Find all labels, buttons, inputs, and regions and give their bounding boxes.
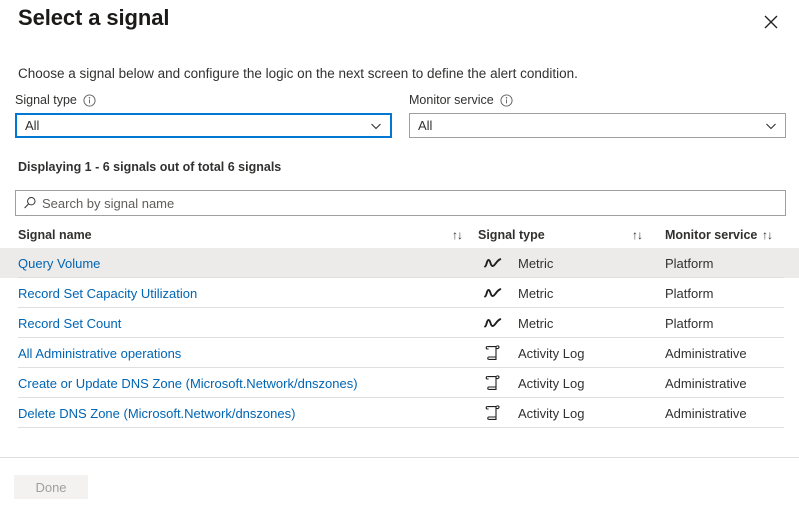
signal-name-link[interactable]: Delete DNS Zone (Microsoft.Network/dnszo… xyxy=(18,406,448,421)
signal-type-value: All xyxy=(17,119,39,132)
info-icon[interactable] xyxy=(500,94,513,107)
sort-ascending-descending-icon[interactable]: ↑↓ xyxy=(452,229,472,241)
table-header-row: Signal name ↑↓ Signal type ↑↓ Monitor se… xyxy=(0,222,799,248)
table-row[interactable]: Record Set Count Metric Platform xyxy=(0,308,799,338)
table-row[interactable]: All Administrative operations Activity L… xyxy=(0,338,799,368)
info-icon[interactable] xyxy=(83,94,96,107)
search-input[interactable] xyxy=(42,196,742,211)
footer-divider xyxy=(0,457,799,458)
activity-log-scroll-icon xyxy=(481,344,505,362)
table-row[interactable]: Record Set Capacity Utilization Metric P… xyxy=(0,278,799,308)
signal-name-link[interactable]: Record Set Capacity Utilization xyxy=(18,286,448,301)
search-icon xyxy=(23,196,37,210)
signal-type-value: Activity Log xyxy=(518,346,584,361)
panel-header: Select a signal xyxy=(0,0,799,48)
monitor-service-value: All xyxy=(410,119,432,132)
table-row[interactable]: Delete DNS Zone (Microsoft.Network/dnszo… xyxy=(0,398,799,428)
chevron-down-icon xyxy=(765,120,777,132)
signal-type-value: Activity Log xyxy=(518,376,584,391)
metric-line-chart-icon xyxy=(481,287,505,299)
search-box[interactable] xyxy=(15,190,786,216)
signal-name-link[interactable]: All Administrative operations xyxy=(18,346,448,361)
signal-type-label: Signal type xyxy=(15,93,77,107)
signal-type-value: Metric xyxy=(518,286,553,301)
done-button[interactable]: Done xyxy=(14,475,88,499)
monitor-service-label-row: Monitor service xyxy=(409,91,786,109)
monitor-service-value: Platform xyxy=(665,316,775,331)
close-icon xyxy=(764,15,778,29)
signal-type-label-row: Signal type xyxy=(15,91,392,109)
activity-log-scroll-icon xyxy=(481,374,505,392)
sort-ascending-descending-icon[interactable]: ↑↓ xyxy=(762,229,782,241)
signal-type-value: Metric xyxy=(518,316,553,331)
signal-type-field: Signal type All xyxy=(15,91,392,138)
monitor-service-value: Platform xyxy=(665,256,775,271)
column-header-monitor-service[interactable]: Monitor service xyxy=(665,228,775,242)
signal-type-value: Metric xyxy=(518,256,553,271)
signal-name-link[interactable]: Record Set Count xyxy=(18,316,448,331)
signal-name-link[interactable]: Create or Update DNS Zone (Microsoft.Net… xyxy=(18,376,448,391)
row-divider xyxy=(18,427,784,428)
signal-type-dropdown[interactable]: All xyxy=(15,113,392,138)
signals-table: Signal name ↑↓ Signal type ↑↓ Monitor se… xyxy=(0,222,799,428)
signal-name-link[interactable]: Query Volume xyxy=(18,256,448,271)
table-row[interactable]: Create or Update DNS Zone (Microsoft.Net… xyxy=(0,368,799,398)
column-header-signal-name[interactable]: Signal name xyxy=(18,228,448,242)
monitor-service-value: Administrative xyxy=(665,406,775,421)
signal-type-value: Activity Log xyxy=(518,406,584,421)
monitor-service-label: Monitor service xyxy=(409,93,494,107)
table-row[interactable]: Query Volume Metric Platform xyxy=(0,248,799,278)
results-count: Displaying 1 - 6 signals out of total 6 … xyxy=(18,160,281,174)
activity-log-scroll-icon xyxy=(481,404,505,422)
close-button[interactable] xyxy=(757,8,785,36)
metric-line-chart-icon xyxy=(481,257,505,269)
monitor-service-field: Monitor service All xyxy=(409,91,786,138)
description-text: Choose a signal below and configure the … xyxy=(18,66,578,81)
chevron-down-icon xyxy=(370,120,382,132)
filters-row: Signal type All Monitor service xyxy=(0,91,799,137)
monitor-service-dropdown[interactable]: All xyxy=(409,113,786,138)
metric-line-chart-icon xyxy=(481,317,505,329)
monitor-service-value: Administrative xyxy=(665,376,775,391)
sort-ascending-descending-icon[interactable]: ↑↓ xyxy=(632,229,652,241)
column-header-signal-type[interactable]: Signal type xyxy=(478,228,628,242)
page-title: Select a signal xyxy=(18,5,169,31)
monitor-service-value: Platform xyxy=(665,286,775,301)
monitor-service-value: Administrative xyxy=(665,346,775,361)
